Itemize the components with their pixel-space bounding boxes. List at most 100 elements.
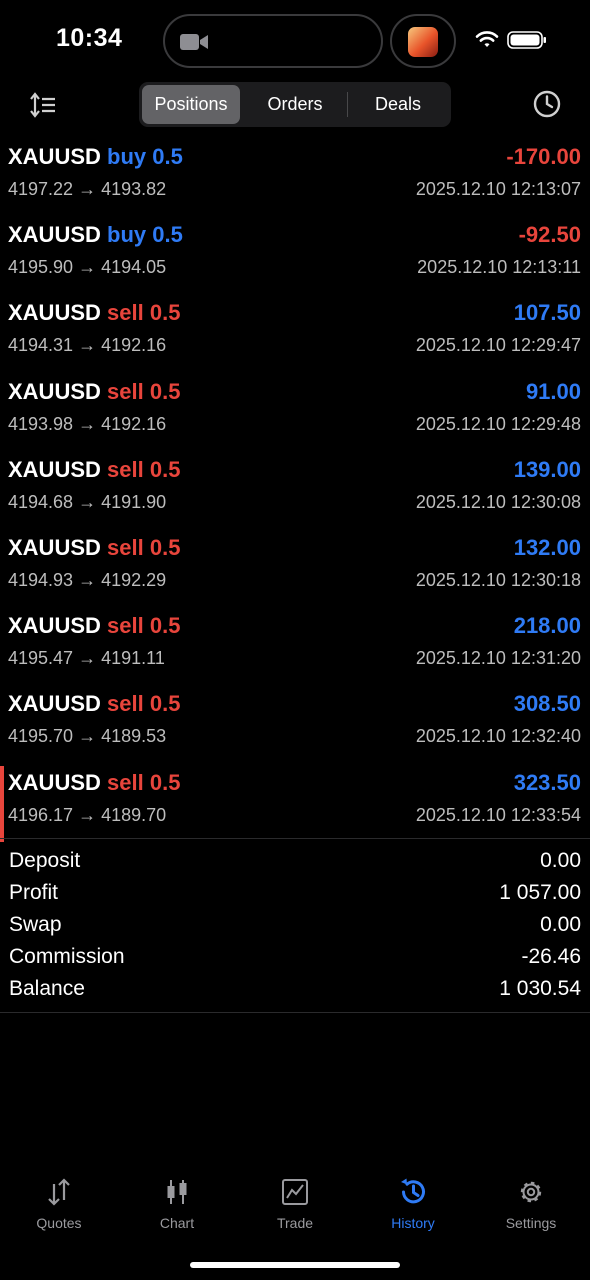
deal-profit: 218.00 [513,613,581,639]
summary-row-commission: Commission -26.46 [0,942,590,974]
deal-row[interactable]: XAUUSD sell 0.5 107.50 4194.31 → 4192.16 20… [0,294,590,372]
deal-time: 2025.12.10 12:29:47 [415,335,581,356]
deal-prices: 4194.31 → 4192.16 [8,335,166,356]
tab-positions[interactable]: Positions [142,85,240,124]
deal-row[interactable]: XAUUSD sell 0.5 91.00 4193.98 → 4192.16 202… [0,373,590,451]
battery-icon [507,31,546,49]
deal-prices: 4194.93 → 4192.29 [8,570,166,591]
deal-row[interactable]: XAUUSD sell 0.5 139.00 4194.68 → 4191.90 20… [0,451,590,529]
deal-title: XAUUSD sell 0.5 [8,691,180,717]
deal-open-price: 4193.98 [8,413,74,434]
deal-title: XAUUSD sell 0.5 [8,770,180,796]
selected-row-marker [0,765,4,842]
deal-symbol: XAUUSD [8,222,101,248]
deal-time: 2025.12.10 12:13:07 [415,179,581,199]
deal-time: 2025.12.10 12:32:40 [415,726,581,747]
deal-time: 2025.12.10 12:29:48 [415,413,581,434]
tab-settings[interactable]: Settings [472,1170,590,1240]
price-arrow-icon: → [78,726,97,747]
deal-time: 2025.12.10 12:33:54 [415,804,581,825]
tab-history[interactable]: History [354,1170,472,1240]
deal-volume: 0.5 [149,534,181,560]
tab-quotes-label: Quotes [36,1215,82,1231]
wifi-icon [475,31,499,47]
tab-trade-label: Trade [276,1215,314,1231]
tab-deals[interactable]: Deals [348,85,448,124]
deal-profit: 91.00 [525,378,581,404]
deal-symbol: XAUUSD [8,378,101,404]
deal-row[interactable]: XAUUSD buy 0.5 -170.00 4197.22 → 4193.82 20… [0,138,590,216]
price-arrow-icon: → [78,569,97,590]
summary-label: Commission [9,945,125,968]
deal-prices: 4197.22 → 4193.82 [8,179,166,200]
quotes-arrows-icon [48,1178,70,1206]
deal-title: XAUUSD sell 0.5 [8,613,180,639]
deal-close-price: 4189.53 [101,726,167,747]
tab-history-label: History [391,1215,435,1231]
deal-side: buy [107,222,147,248]
gear-icon [520,1181,542,1203]
deal-prices: 4196.17 → 4189.70 [8,805,166,826]
deal-prices: 4193.98 → 4192.16 [8,414,166,435]
deal-side: buy [107,144,147,169]
summary-label: Deposit [9,849,81,872]
deal-profit: 139.00 [513,456,581,482]
tab-trade[interactable]: Trade [236,1170,354,1240]
deal-row[interactable]: XAUUSD sell 0.5 132.00 4194.93 → 4192.29 20… [0,529,590,607]
list-divider [0,838,590,839]
live-activity-app-icon[interactable] [390,14,456,68]
sort-icon[interactable] [28,90,58,120]
summary-row-profit: Profit 1 057.00 [0,878,590,910]
deal-side: sell [107,456,144,482]
deals-list: XAUUSD buy 0.5 -170.00 4197.22 → 4193.82 20… [0,138,590,842]
deal-close-price: 4193.82 [101,179,167,199]
deal-title: XAUUSD sell 0.5 [8,535,180,561]
deal-volume: 0.5 [149,691,181,717]
candlestick-chart-icon [167,1180,187,1204]
deal-symbol: XAUUSD [8,613,101,639]
deal-side: sell [107,378,144,404]
tab-settings-label: Settings [505,1215,557,1231]
deal-profit: 107.50 [513,300,581,326]
deal-side: sell [107,534,144,560]
price-arrow-icon: → [78,413,97,434]
summary-label: Profit [9,881,59,904]
tab-quotes[interactable]: Quotes [0,1170,118,1240]
summary-block: Deposit 0.00 Profit 1 057.00 Swap 0.00 Commiss… [0,846,590,1006]
tab-chart[interactable]: Chart [118,1170,236,1240]
history-screen: 10:34 Positions Orders Deals XAUUSD buy … [0,0,590,1280]
tab-orders[interactable]: Orders [243,85,347,124]
deal-close-price: 4192.16 [101,335,167,356]
dynamic-island [163,14,383,68]
home-indicator [190,1262,400,1268]
deal-close-price: 4192.16 [101,413,167,434]
deal-symbol: XAUUSD [8,300,101,326]
summary-label: Balance [9,977,85,1000]
deal-open-price: 4194.68 [8,491,74,512]
deal-symbol: XAUUSD [8,534,101,560]
deal-row[interactable]: XAUUSD sell 0.5 323.50 4196.17 → 4189.70 20… [0,764,590,842]
deal-profit: 308.50 [513,691,581,717]
deal-volume: 0.5 [152,222,183,248]
deal-row[interactable]: XAUUSD buy 0.5 -92.50 4195.90 → 4194.05 202… [0,216,590,294]
deal-symbol: XAUUSD [8,769,101,795]
summary-label: Swap [9,913,62,936]
header-bar: Positions Orders Deals [0,82,590,128]
deal-side: sell [107,300,144,326]
deal-open-price: 4197.22 [8,179,74,199]
deal-row[interactable]: XAUUSD sell 0.5 308.50 4195.70 → 4189.53 20… [0,685,590,763]
period-clock-icon[interactable] [531,88,563,120]
deal-open-price: 4194.93 [8,569,74,590]
bottom-tab-bar: Quotes Chart Trade History Settings [0,1170,590,1250]
deal-volume: 0.5 [149,378,181,404]
deal-volume: 0.5 [149,613,181,639]
price-arrow-icon: → [78,179,97,199]
deal-open-price: 4195.47 [8,648,74,669]
deal-volume: 0.5 [149,300,181,326]
price-arrow-icon: → [78,648,97,669]
deal-title: XAUUSD buy 0.5 [8,222,183,248]
deal-row[interactable]: XAUUSD sell 0.5 218.00 4195.47 → 4191.11 20… [0,607,590,685]
summary-value: -26.46 [521,945,581,968]
deal-side: sell [107,769,144,795]
summary-value: 0.00 [540,849,581,872]
